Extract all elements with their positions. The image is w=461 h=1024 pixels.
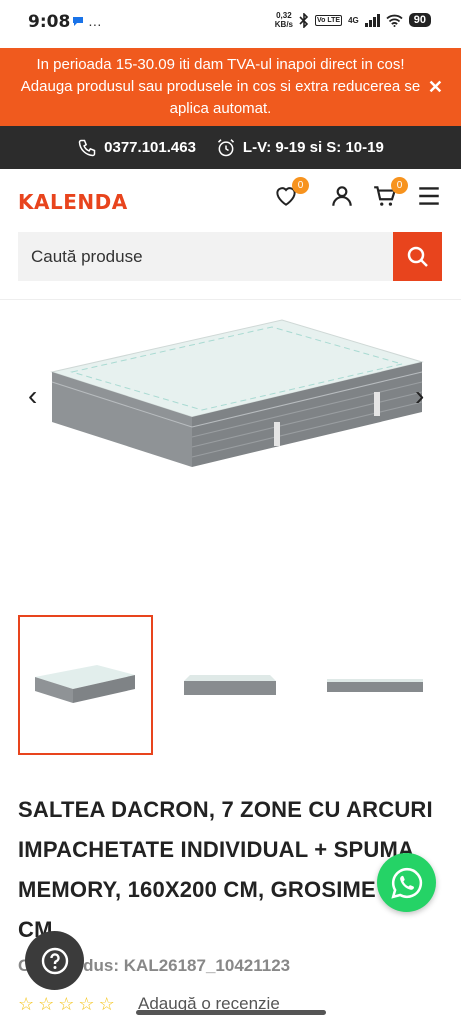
site-header: KALENDA 0 0	[0, 169, 461, 231]
battery-indicator: 90	[408, 13, 431, 27]
product-image-gallery: ‹ ›	[0, 300, 461, 600]
whatsapp-button[interactable]	[377, 853, 436, 912]
alarm-clock-icon	[217, 138, 234, 156]
help-button[interactable]	[25, 931, 84, 990]
mattress-image[interactable]	[42, 312, 428, 472]
bluetooth-icon	[299, 12, 309, 28]
thumbnail-2[interactable]	[163, 615, 298, 755]
star-icon: ☆	[78, 994, 95, 1014]
chevron-left-icon[interactable]: ‹	[28, 380, 37, 412]
account-button[interactable]	[329, 183, 355, 209]
opening-hours: L-V: 9-19 si S: 10-19	[216, 138, 384, 158]
search-button[interactable]	[393, 232, 442, 281]
status-time: 9:08	[28, 12, 71, 32]
signal-icon	[364, 13, 380, 27]
chat-icon	[73, 17, 83, 26]
search-bar	[18, 232, 442, 281]
whatsapp-icon	[390, 867, 422, 899]
search-icon	[407, 246, 428, 267]
wishlist-button[interactable]: 0	[273, 177, 309, 209]
close-icon[interactable]: ✕	[428, 76, 443, 98]
status-right: 0,32 KB/s Vo LTE 4G 90	[275, 11, 431, 29]
star-icon: ☆	[58, 994, 75, 1014]
wifi-icon	[386, 14, 403, 27]
thumbnail-3[interactable]	[307, 615, 442, 755]
volte-badge: Vo LTE	[315, 14, 343, 26]
star-rating: ☆ ☆ ☆ ☆ ☆	[18, 994, 115, 1015]
promo-banner: In perioada 15-30.09 iti dam TVA-ul inap…	[0, 48, 461, 126]
star-icon: ☆	[18, 994, 35, 1014]
thumbnail-strip	[18, 615, 442, 755]
hours-text: L-V: 9-19 si S: 10-19	[242, 139, 384, 156]
mattress-thumbnail	[326, 679, 423, 692]
cart-count-badge: 0	[391, 177, 408, 194]
logo[interactable]: KALENDA	[18, 190, 128, 214]
net-speed: 0,32 KB/s	[274, 11, 293, 29]
promo-text: In perioada 15-30.09 iti dam TVA-ul inap…	[20, 56, 421, 117]
mattress-thumbnail	[184, 675, 277, 695]
product-title: SALTEA DACRON, 7 ZONE CU ARCURI IMPACHET…	[18, 797, 433, 942]
more-icon: …	[87, 13, 102, 29]
wishlist-count-badge: 0	[292, 177, 309, 194]
phone-icon	[78, 139, 96, 156]
mattress-thumbnail	[35, 665, 136, 703]
status-bar: 9:08 … 0,32 KB/s Vo LTE 4G 90	[0, 0, 461, 48]
hamburger-menu-icon	[419, 187, 439, 205]
search-input[interactable]	[18, 232, 393, 281]
cart-button[interactable]: 0	[372, 177, 408, 209]
star-icon: ☆	[98, 994, 115, 1014]
menu-button[interactable]	[416, 183, 442, 209]
chevron-right-icon[interactable]: ›	[415, 380, 424, 412]
contact-bar: 0377.101.463 L-V: 9-19 si S: 10-19	[0, 126, 461, 169]
phone-number: 0377.101.463	[104, 139, 196, 156]
thumbnail-1[interactable]	[18, 615, 153, 755]
notification-icons: …	[72, 13, 102, 29]
user-icon	[332, 186, 352, 206]
phone-contact[interactable]: 0377.101.463	[77, 138, 196, 158]
home-indicator[interactable]	[136, 1010, 326, 1015]
star-icon: ☆	[38, 994, 55, 1014]
network-type: 4G	[348, 15, 359, 25]
question-icon	[41, 947, 68, 974]
